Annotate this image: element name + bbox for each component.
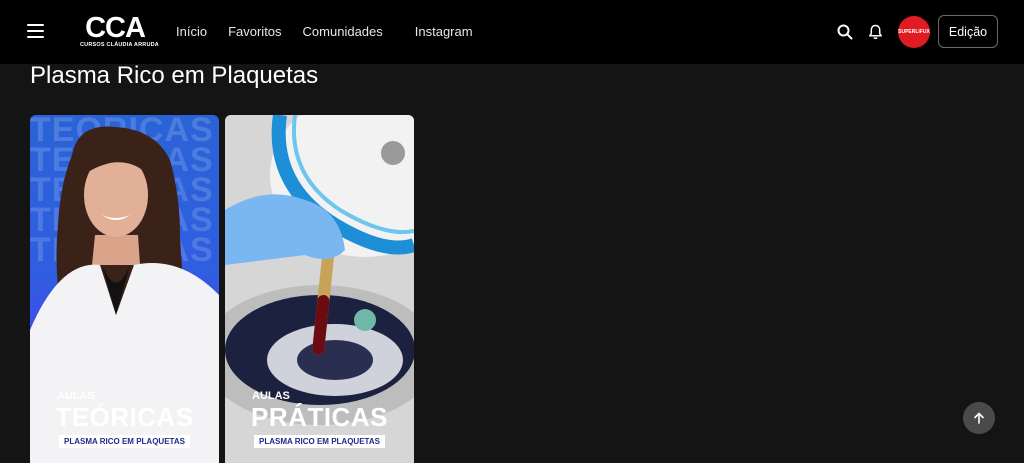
card-title: PRÁTICAS [251, 402, 388, 432]
card-title: TEÓRICAS [55, 402, 194, 432]
nav-inicio[interactable]: Início [176, 23, 207, 40]
nav-comunidades[interactable]: Comunidades [303, 23, 383, 40]
course-card-praticas[interactable]: AULAS PRÁTICAS PLASMA RICO EM PLAQUETAS [225, 115, 414, 463]
avatar-text: SUPERLIFUX [898, 28, 930, 35]
page-title: Plasma Rico em Plaquetas [30, 62, 319, 89]
card-subtitle: PLASMA RICO EM PLAQUETAS [254, 435, 385, 448]
search-icon[interactable] [836, 23, 854, 41]
logo-subtitle: CURSOS CLÁUDIA ARRUDA [80, 42, 159, 48]
bell-icon[interactable] [866, 23, 884, 41]
edit-button-label: Edição [948, 24, 988, 39]
menu-icon[interactable] [27, 24, 44, 39]
edit-button[interactable]: Edição [938, 15, 998, 48]
logo[interactable]: CCA CURSOS CLÁUDIA ARRUDA [80, 12, 159, 50]
card-label: AULAS PRÁTICAS PLASMA RICO EM PLAQUETAS [225, 390, 414, 449]
scroll-to-top-button[interactable] [963, 402, 995, 434]
arrow-up-icon [974, 412, 984, 424]
nav-instagram[interactable]: Instagram [415, 23, 473, 40]
card-label: AULAS TEÓRICAS PLASMA RICO EM PLAQUETAS [30, 390, 219, 449]
nav-favoritos[interactable]: Favoritos [228, 23, 281, 40]
course-card-teoricas[interactable]: TEÓRICAS TEÓRICAS TEÓRICAS TEÓRICAS TEÓR… [30, 115, 219, 463]
logo-text: CCA [85, 12, 146, 44]
avatar[interactable]: SUPERLIFUX [898, 15, 930, 48]
top-bar: CCA CURSOS CLÁUDIA ARRUDA Início Favorit… [0, 0, 1024, 64]
main-nav: Início Favoritos Comunidades Instagram [176, 23, 473, 40]
card-subtitle: PLASMA RICO EM PLAQUETAS [59, 435, 190, 448]
header-tools: SUPERLIFUX Edição [836, 15, 998, 48]
